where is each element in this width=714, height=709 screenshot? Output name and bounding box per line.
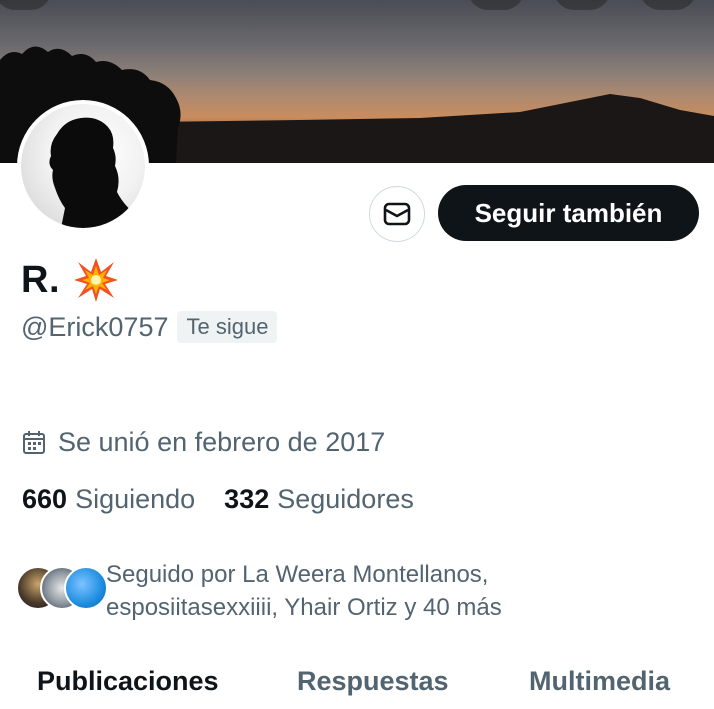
mutual-avatar [64,566,108,610]
mutual-avatars [16,566,108,612]
followers-count: 332 [224,484,270,514]
display-name: R. [21,258,60,301]
profile-tabs: Publicaciones Respuestas Multimedia [0,650,714,709]
joined-date-row: Se unió en febrero de 2017 [22,427,385,458]
joined-date-text: Se unió en febrero de 2017 [58,427,386,457]
followers-link[interactable]: 332 Seguidores [224,484,414,515]
profile-name-row: R. [21,256,120,304]
followed-by-text: Seguido por La Weera Montellanos, esposi… [106,561,502,621]
followers-label: Seguidores [277,484,414,514]
collision-emoji-icon [74,258,118,302]
follows-you-badge: Te sigue [177,311,278,343]
following-link[interactable]: 660 Siguiendo [22,484,195,515]
tab-multimedia[interactable]: Multimedia [529,666,670,697]
message-button[interactable] [369,186,425,242]
follow-back-button[interactable]: Seguir también [438,185,699,241]
tab-respuestas[interactable]: Respuestas [297,666,449,697]
tab-publicaciones[interactable]: Publicaciones [37,666,219,697]
silhouette-portrait-icon [49,117,139,228]
profile-avatar[interactable] [17,100,149,232]
following-label: Siguiendo [75,484,196,514]
calendar-icon [23,430,45,454]
envelope-icon [383,202,411,226]
handle-row: @Erick0757 Te sigue [21,311,278,343]
avatar-image [21,104,145,228]
follow-stats: 660 Siguiendo 332 Seguidores [22,484,414,515]
following-count: 660 [22,484,68,514]
followed-by-row[interactable]: Seguido por La Weera Montellanos, esposi… [16,558,546,624]
user-handle: @Erick0757 [21,311,169,342]
